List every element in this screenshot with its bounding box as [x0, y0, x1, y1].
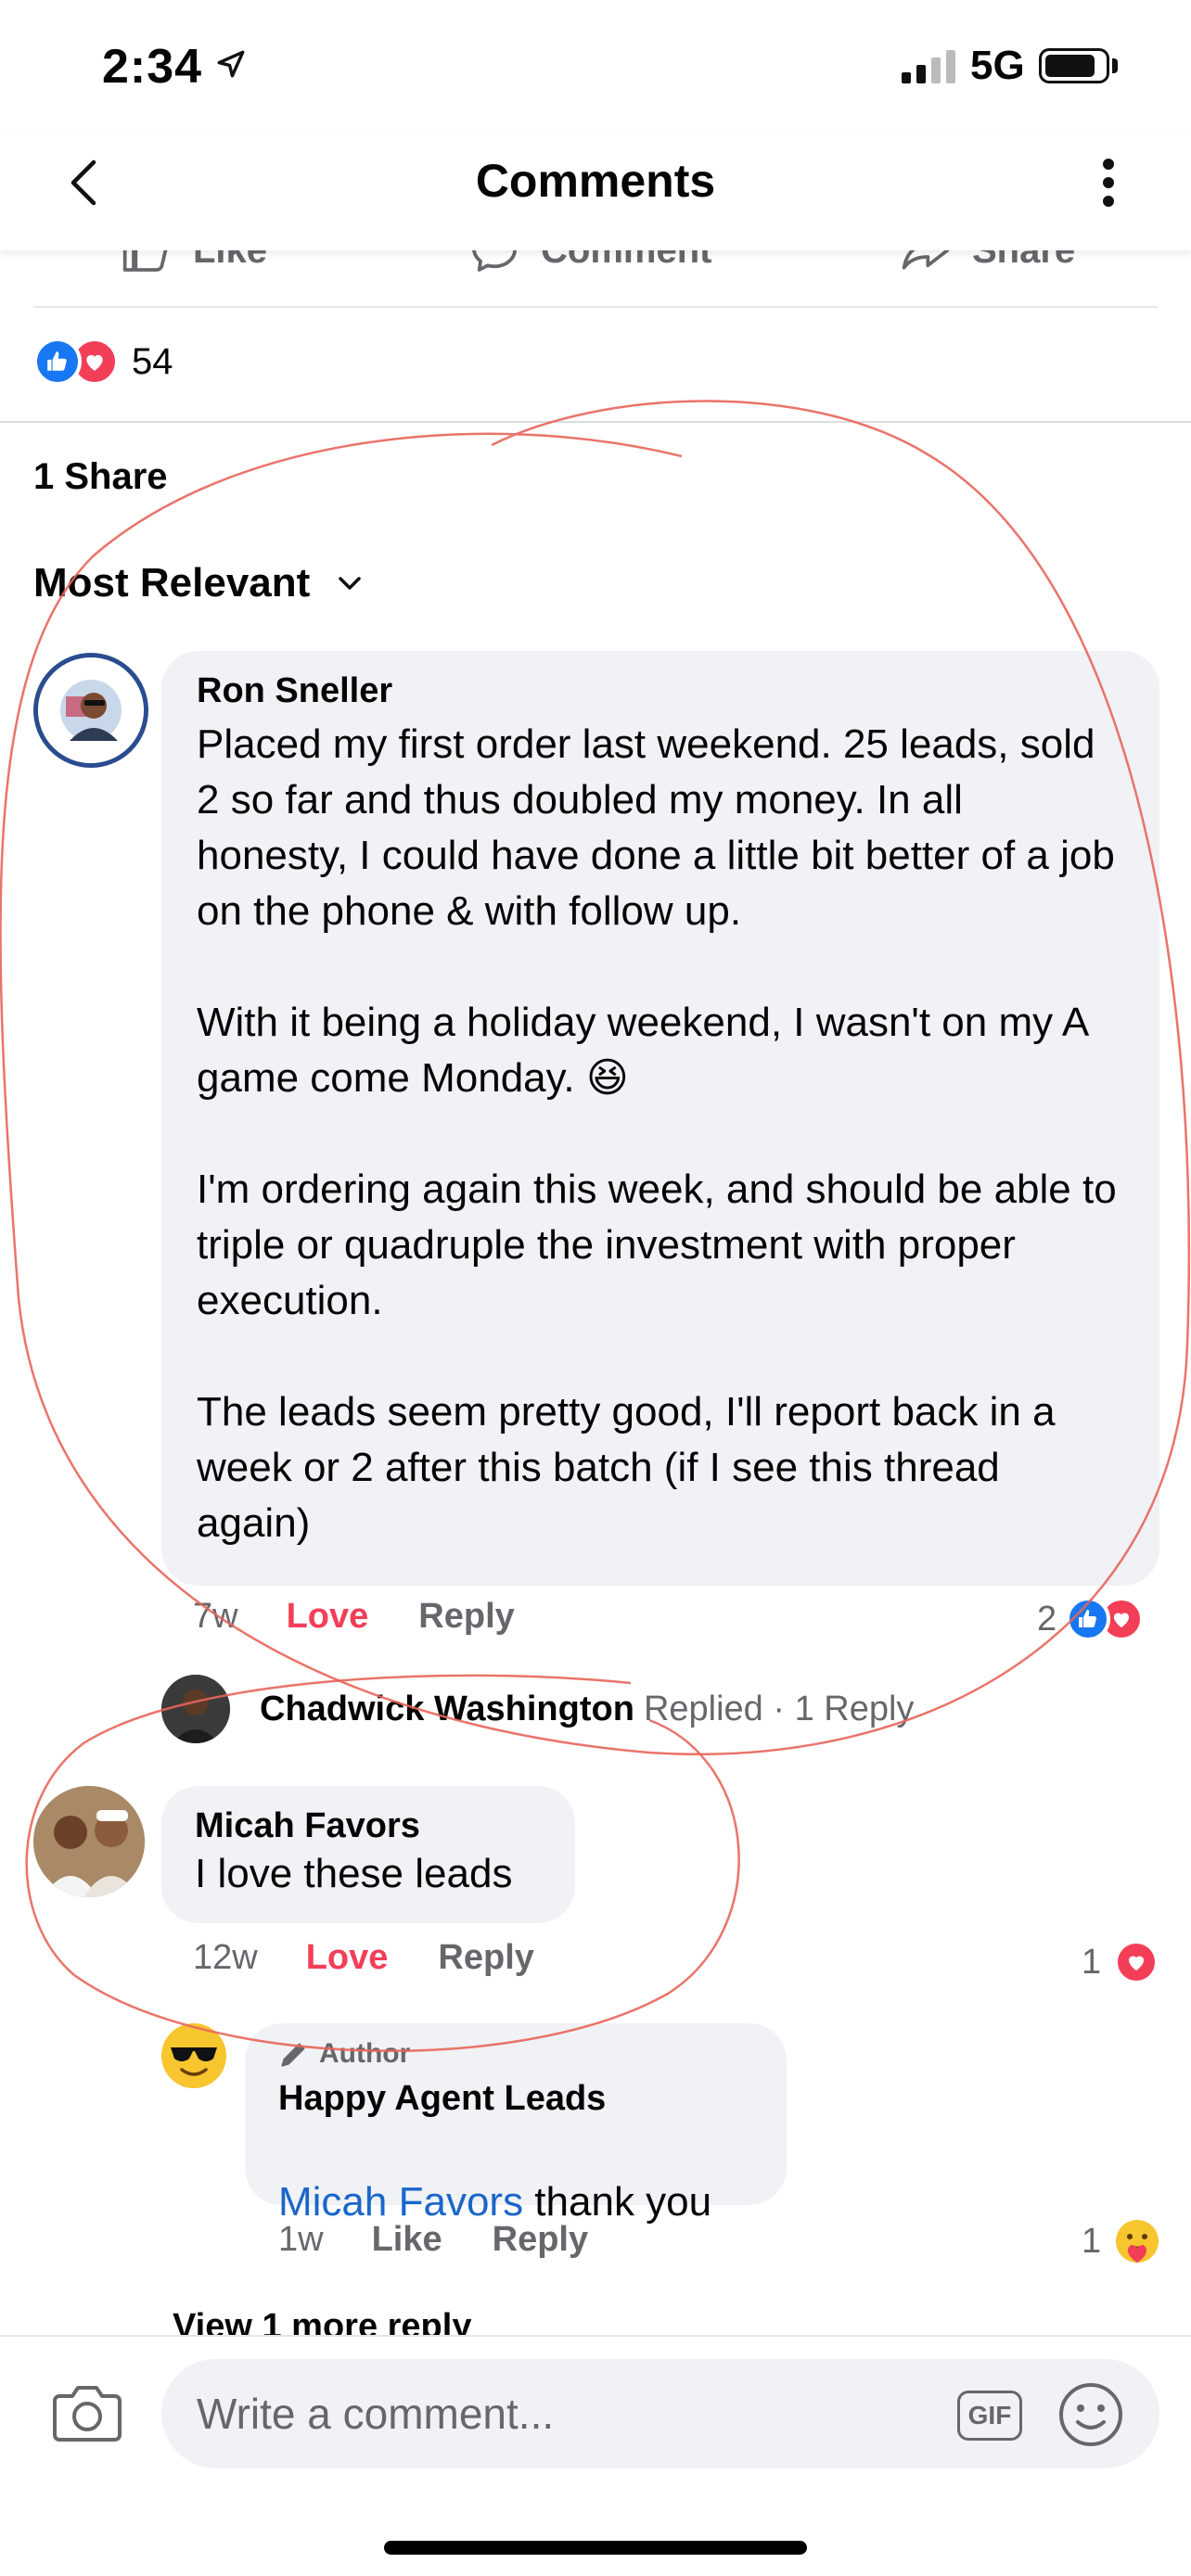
reply-button[interactable]: Reply [438, 1938, 533, 1978]
comment-meta: 12w Love Reply [193, 1938, 534, 1978]
comment-time[interactable]: 7w [193, 1597, 238, 1637]
comment-bubble: Author Happy Agent Leads Micah Favors th… [245, 2023, 787, 2225]
sunglasses-emoji-avatar [161, 2023, 226, 2088]
reply-button[interactable]: Reply [418, 1597, 514, 1637]
gif-button[interactable]: GIF [957, 2391, 1022, 2441]
comment-bubble: Ron Sneller Placed my first order last w… [161, 651, 1159, 1586]
reply-button[interactable]: Reply [493, 2220, 588, 2260]
comment-text: Placed my first order last weekend. 25 l… [197, 721, 1117, 1546]
status-bar: 2:34 5G [0, 0, 1191, 130]
mention-link[interactable]: Micah Favors [278, 2179, 523, 2225]
avatar[interactable] [33, 1786, 145, 1897]
comment-text: I love these leads [195, 1851, 513, 1896]
emoji-icon [1059, 2383, 1122, 2446]
signal-icon [902, 50, 955, 83]
comment-reaction-count[interactable]: 2 [1037, 1597, 1145, 1641]
sort-dropdown[interactable]: Most Relevant [33, 560, 362, 606]
like-reaction-icon [33, 338, 82, 386]
divider [0, 421, 1191, 423]
comment-time[interactable]: 1w [278, 2220, 324, 2260]
divider [33, 306, 1158, 308]
comment-text-body: thank you [523, 2179, 712, 2225]
reaction-number: 1 [1082, 2221, 1102, 2261]
react-button[interactable]: Love [287, 1597, 369, 1637]
pencil-icon [281, 2043, 305, 2067]
replies-summary[interactable]: Chadwick Washington Replied · 1 Reply [161, 1675, 914, 1743]
reaction-number: 1 [1082, 1942, 1102, 1982]
comment-meta: 7w Love Reply [193, 1597, 515, 1637]
share-count[interactable]: 1 Share [33, 456, 168, 498]
header: Comments [0, 130, 1191, 250]
comment-author[interactable]: Happy Agent Leads [278, 2079, 753, 2119]
camera-icon [53, 2386, 122, 2442]
more-vertical-icon [1103, 159, 1114, 207]
camera-button[interactable] [52, 2383, 122, 2449]
more-options-button[interactable] [1085, 141, 1132, 224]
reaction-count: 54 [132, 340, 173, 382]
avatar [161, 1675, 230, 1743]
author-badge-label: Author [319, 2038, 411, 2069]
comment-author[interactable]: Micah Favors [195, 1806, 542, 1846]
avatar[interactable] [160, 2021, 228, 2090]
comment-time[interactable]: 12w [193, 1938, 258, 1978]
page-title: Comments [475, 155, 716, 207]
comment-author[interactable]: Ron Sneller [197, 671, 1124, 711]
comment-bubble: Micah Favors I love these leads [161, 1786, 575, 1923]
network-label: 5G [970, 43, 1025, 88]
reaction-number: 2 [1037, 1599, 1057, 1639]
comment-composer: GIF [0, 2335, 1191, 2576]
battery-nub [1112, 58, 1118, 73]
reactions-summary[interactable]: 54 [33, 338, 173, 386]
home-indicator[interactable] [384, 2541, 807, 2555]
author-badge: Author [278, 2038, 753, 2070]
emoji-button[interactable] [1057, 2381, 1124, 2453]
care-reaction-icon [1116, 2220, 1159, 2263]
avatar[interactable] [33, 653, 148, 768]
comment-reaction-count[interactable]: 1 [1082, 2218, 1160, 2264]
reply-count: Replied · 1 Reply [643, 1689, 915, 1728]
react-button[interactable]: Like [372, 2220, 442, 2260]
like-reaction-icon [1066, 1597, 1111, 1641]
battery-icon [1039, 48, 1109, 83]
comment-reaction-count[interactable]: 1 [1082, 1940, 1159, 1984]
love-reaction-icon [1114, 1940, 1159, 1984]
comment-text: Micah Favors thank you [278, 2119, 753, 2230]
sort-label: Most Relevant [33, 560, 311, 606]
reply-author: Chadwick Washington [260, 1689, 634, 1728]
comment-meta: 1w Like Reply [278, 2220, 588, 2260]
chevron-down-icon [339, 577, 362, 590]
status-time: 2:34 [102, 40, 203, 94]
react-button[interactable]: Love [306, 1938, 389, 1978]
location-arrow-icon [217, 50, 245, 78]
